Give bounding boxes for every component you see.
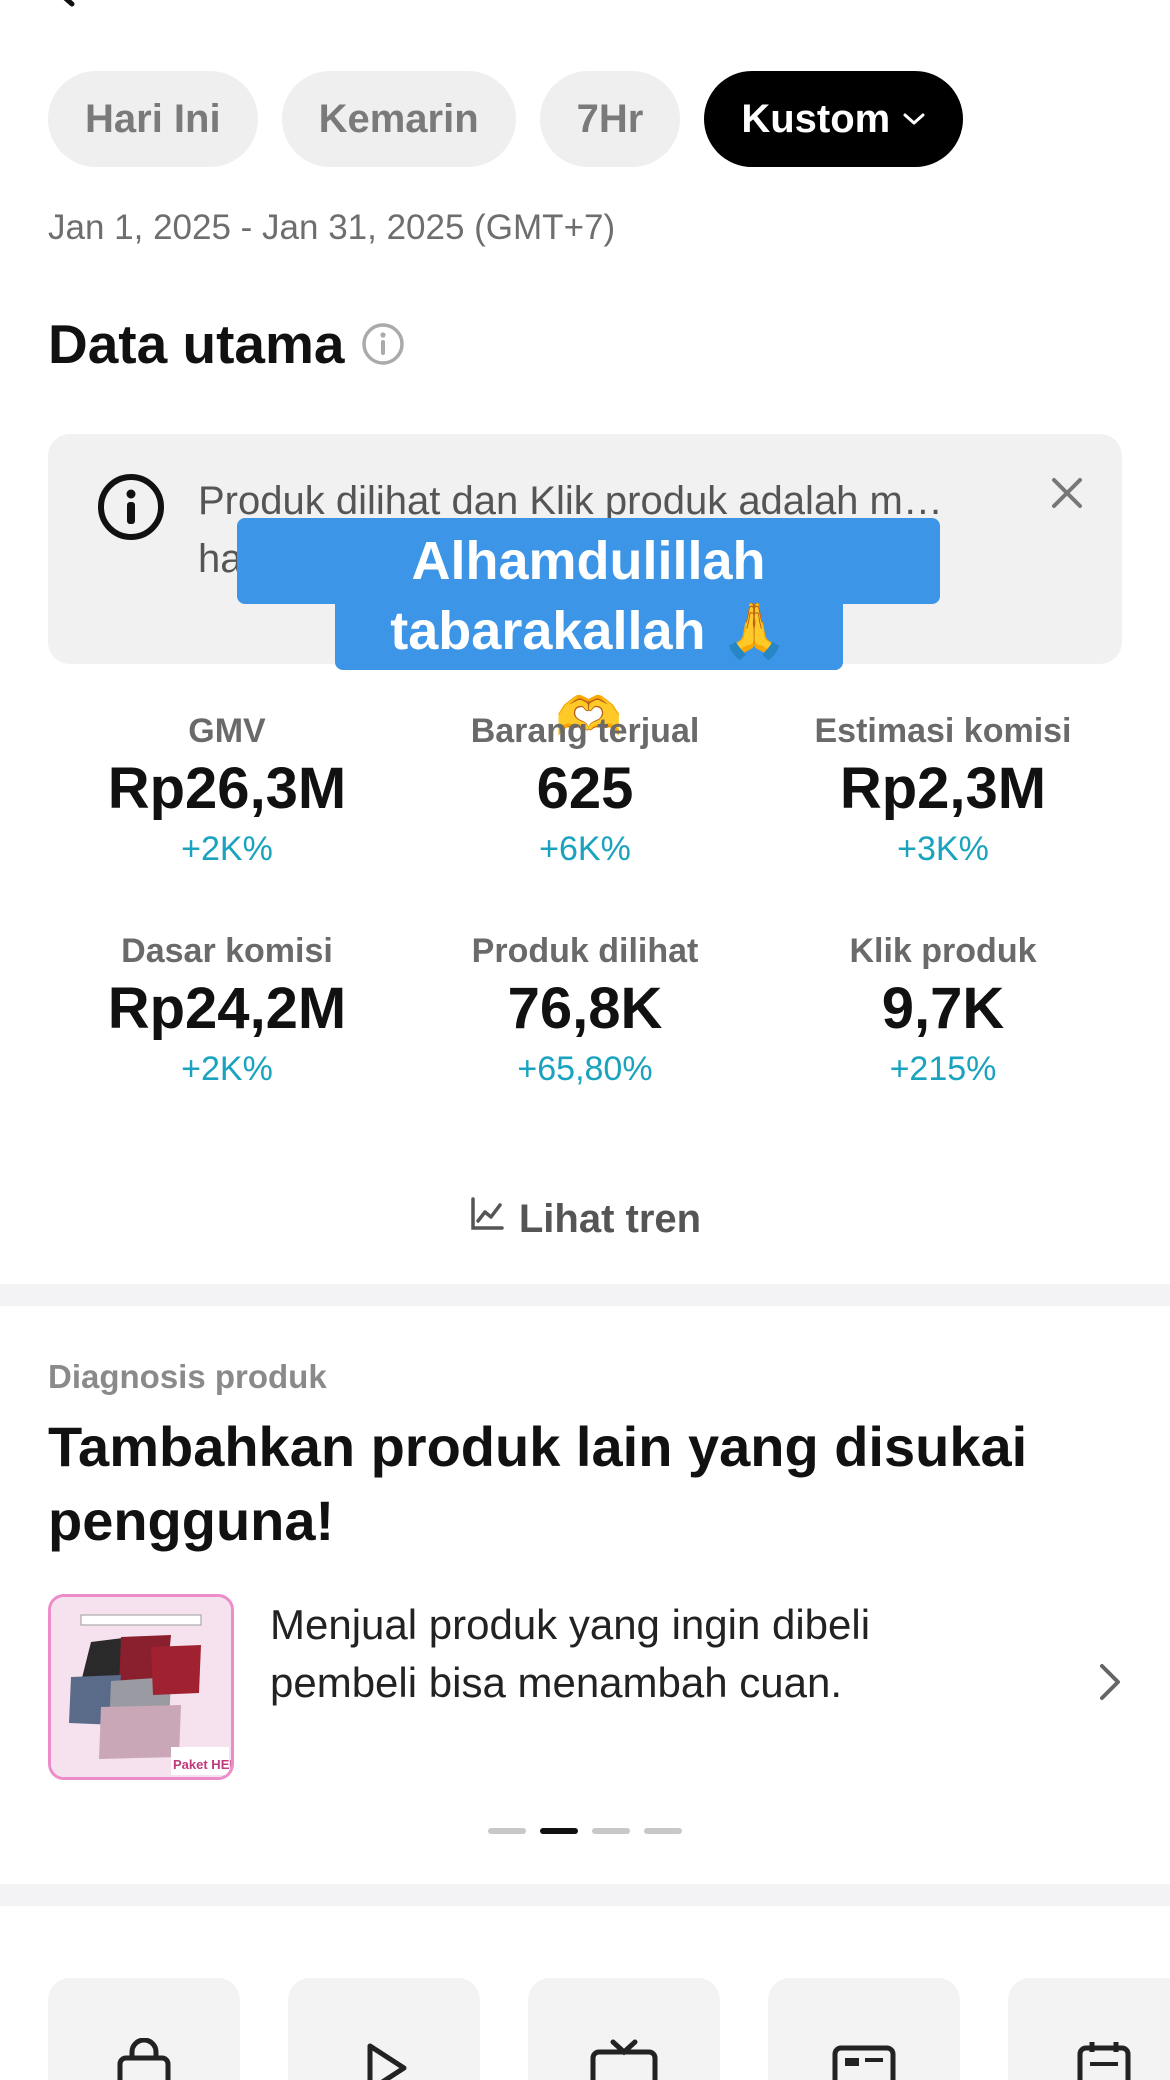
- date-range-text: Jan 1, 2025 - Jan 31, 2025 (GMT+7): [48, 208, 616, 247]
- section-divider: [0, 1884, 1170, 1906]
- metric-value: Rp2,3M: [839, 756, 1047, 821]
- calendar-icon: [1077, 2042, 1131, 2080]
- metric-value: 625: [536, 756, 634, 821]
- metric-value: 9,7K: [881, 976, 1005, 1041]
- metric-estimasi-komisi: Estimasi komisi Rp2,3M +3K%: [764, 712, 1122, 888]
- metric-label: GMV: [188, 712, 266, 750]
- section-divider: [0, 1284, 1170, 1306]
- info-circle-icon: [96, 472, 166, 547]
- back-icon[interactable]: [44, 0, 84, 10]
- line-chart-icon: [469, 1196, 505, 1242]
- tool-tile-profile[interactable]: [768, 1978, 960, 2080]
- metric-klik-produk: Klik produk 9,7K +215%: [764, 932, 1122, 1108]
- metrics-grid: GMV Rp26,3M +2K% Barang terjual 625 +6K%…: [48, 712, 1122, 1108]
- metric-gmv: GMV Rp26,3M +2K%: [48, 712, 406, 888]
- play-icon: [367, 2043, 407, 2080]
- carousel-dot-active[interactable]: [540, 1828, 578, 1834]
- tool-tile-video[interactable]: [288, 1978, 480, 2080]
- carousel-dot[interactable]: [592, 1828, 630, 1834]
- tool-tile-shop[interactable]: [48, 1978, 240, 2080]
- tools-row: [48, 1978, 1170, 2080]
- tool-tile-live[interactable]: [528, 1978, 720, 2080]
- metric-change: +6K%: [539, 830, 631, 868]
- chevron-right-icon[interactable]: [1098, 1662, 1122, 1707]
- carousel-dot[interactable]: [644, 1828, 682, 1834]
- metric-value: Rp24,2M: [107, 976, 347, 1041]
- carousel-indicator: [0, 1828, 1170, 1834]
- metric-label: Klik produk: [849, 932, 1037, 970]
- chip-hari-ini[interactable]: Hari Ini: [48, 71, 258, 167]
- metric-dasar-komisi: Dasar komisi Rp24,2M +2K%: [48, 932, 406, 1108]
- metric-value: Rp26,3M: [107, 756, 347, 821]
- caption-line-2: tabarakallah 🙏🫶: [335, 584, 843, 747]
- svg-text:Paket HEMAT: Paket HEMAT: [173, 1757, 231, 1772]
- metric-label: Dasar komisi: [121, 932, 333, 970]
- metric-produk-dilihat: Produk dilihat 76,8K +65,80%: [406, 932, 764, 1108]
- section-title-data-utama: Data utama: [48, 312, 406, 376]
- live-tv-icon: [590, 2039, 658, 2080]
- metric-label: Barang terjual: [470, 712, 700, 750]
- metric-barang-terjual: Barang terjual 625 +6K%: [406, 712, 764, 888]
- chevron-down-icon: [902, 111, 926, 127]
- close-icon[interactable]: [1048, 474, 1086, 517]
- product-thumbnail: Paket HEMAT: [48, 1594, 234, 1780]
- chip-kemarin[interactable]: Kemarin: [281, 71, 516, 167]
- id-card-icon: [832, 2045, 896, 2080]
- diagnosis-title: Tambahkan produk lain yang disukai pengg…: [48, 1415, 1028, 1552]
- diagnosis-label: Diagnosis produk: [48, 1358, 327, 1395]
- carousel-dot[interactable]: [488, 1828, 526, 1834]
- chip-kustom[interactable]: Kustom: [704, 71, 964, 167]
- metric-change: +3K%: [897, 830, 989, 868]
- diagnosis-description: Menjual produk yang ingin dibeli pembeli…: [270, 1601, 871, 1706]
- metric-label: Estimasi komisi: [814, 712, 1072, 750]
- chip-7hr[interactable]: 7Hr: [539, 71, 681, 167]
- shop-bag-icon: [117, 2038, 171, 2080]
- metric-change: +65,80%: [517, 1050, 653, 1088]
- info-icon[interactable]: [360, 321, 406, 367]
- metric-label: Produk dilihat: [471, 932, 699, 970]
- metric-change: +2K%: [181, 830, 273, 868]
- metric-value: 76,8K: [507, 976, 663, 1041]
- metric-change: +2K%: [181, 1050, 273, 1088]
- date-filter-chips: Hari Ini Kemarin 7Hr Kustom: [48, 71, 964, 167]
- lihat-tren-link[interactable]: Lihat tren: [0, 1196, 1170, 1242]
- tool-tile-calendar[interactable]: [1008, 1978, 1170, 2080]
- metric-change: +215%: [889, 1050, 997, 1088]
- diagnosis-card[interactable]: Paket HEMAT Menjual produk yang ingin di…: [48, 1594, 1122, 1784]
